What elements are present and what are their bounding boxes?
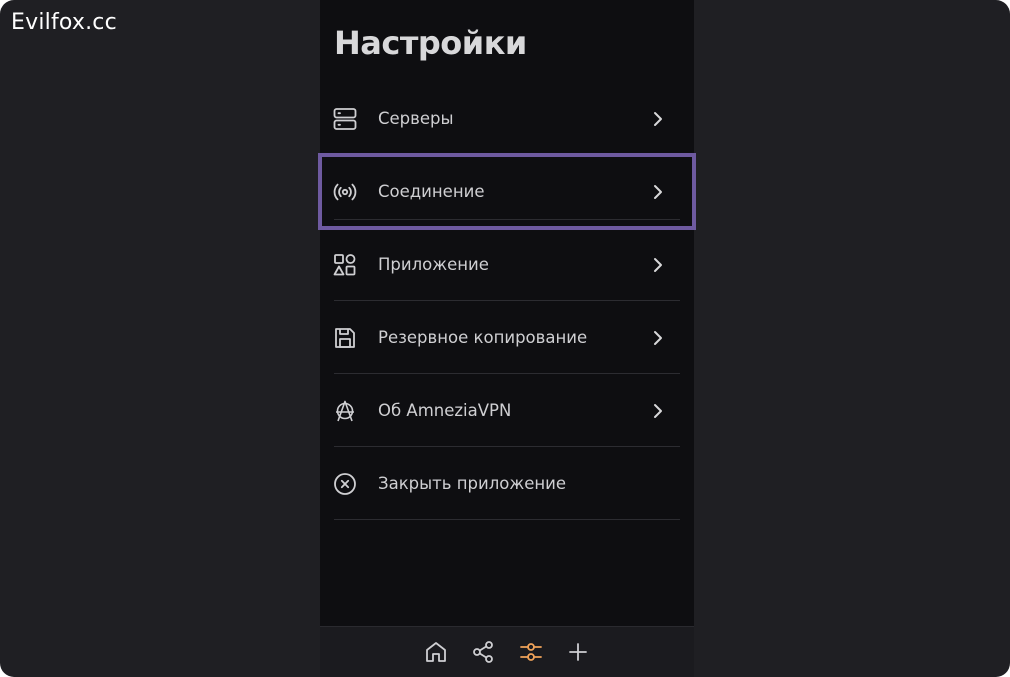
home-icon	[424, 640, 448, 669]
settings-sliders-icon	[519, 640, 543, 669]
menu-item-servers[interactable]: Серверы	[320, 82, 694, 155]
page-title: Настройки	[334, 24, 527, 62]
amnezia-logo-icon	[332, 398, 358, 424]
servers-icon	[332, 106, 358, 132]
connection-icon	[332, 179, 358, 205]
menu-item-label: Закрыть приложение	[378, 474, 567, 493]
menu-item-about[interactable]: Об AmneziaVPN	[320, 374, 694, 447]
menu-item-label: Соединение	[378, 182, 485, 201]
divider	[334, 219, 680, 220]
application-icon	[332, 252, 358, 278]
menu-item-label: Приложение	[378, 255, 489, 274]
watermark-text: Evilfox.cc	[11, 10, 117, 35]
chevron-right-icon	[648, 328, 668, 348]
tab-share[interactable]	[470, 640, 496, 669]
chevron-right-icon	[648, 255, 668, 275]
plus-icon	[566, 640, 590, 669]
chevron-right-icon	[648, 401, 668, 421]
menu-item-connection[interactable]: Соединение	[318, 153, 696, 230]
menu-item-label: Резервное копирование	[378, 328, 588, 347]
bottom-tab-bar	[320, 626, 694, 677]
close-circle-icon	[332, 471, 358, 497]
divider	[334, 519, 680, 520]
settings-panel: Настройки Серверы Соединение Приложение …	[318, 0, 696, 677]
tab-add[interactable]	[565, 641, 591, 667]
chevron-right-icon	[648, 182, 668, 202]
menu-item-label: Об AmneziaVPN	[378, 401, 512, 420]
share-icon	[471, 640, 495, 669]
window-frame: Evilfox.cc Настройки Серверы Соединение …	[0, 0, 1010, 677]
menu-item-backup[interactable]: Резервное копирование	[320, 301, 694, 374]
menu-item-label: Серверы	[378, 109, 454, 128]
chevron-right-icon	[648, 109, 668, 129]
menu-item-close-app[interactable]: Закрыть приложение	[320, 447, 694, 520]
tab-settings[interactable]	[518, 641, 544, 667]
menu-item-application[interactable]: Приложение	[320, 228, 694, 301]
tab-home[interactable]	[423, 641, 449, 667]
backup-save-icon	[332, 325, 358, 351]
settings-menu: Серверы Соединение Приложение Резервное …	[318, 82, 696, 520]
